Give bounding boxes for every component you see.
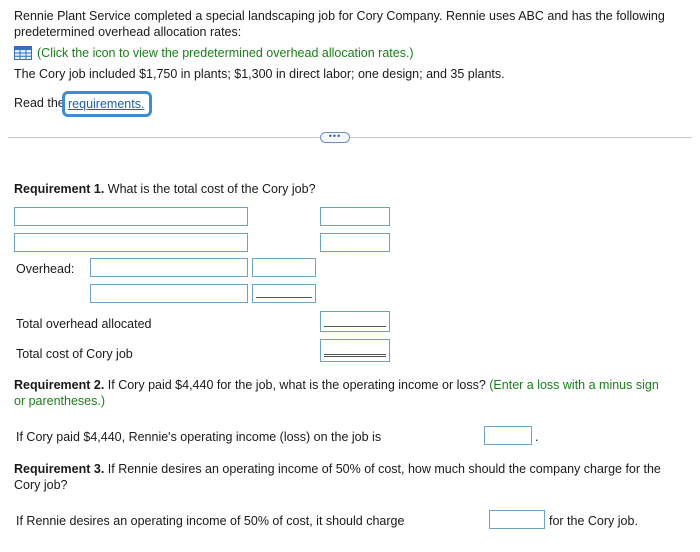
total-cost-double-underline [324,354,386,357]
req3-suffix: for the Cory job. [549,514,638,528]
overhead-activity-input-2[interactable] [90,284,248,303]
intro-line-3: The Cory job included $1,750 in plants; … [14,67,505,81]
req3-title-bold: Requirement 3. [14,462,105,476]
req1-row1-amount-input[interactable] [320,207,390,226]
req2-title-bold: Requirement 2. [14,378,105,392]
req3-title-line-2: Cory job? [14,478,68,492]
req3-title-rest: If Rennie desires an operating income of… [104,462,661,476]
intro-line-1: Rennie Plant Service completed a special… [14,9,665,23]
overhead-amount-input-1[interactable] [252,258,316,277]
requirements-link[interactable]: requirements. [62,91,152,117]
req1-row1-label-input[interactable] [14,207,248,226]
overhead-rates-link[interactable]: (Click the icon to view the predetermine… [37,45,414,62]
req2-hint-line-2: or parentheses.) [14,394,106,408]
overhead-label: Overhead: [16,262,75,276]
req1-row2-label-input[interactable] [14,233,248,252]
operating-income-input[interactable] [484,426,532,445]
total-cost-label: Total cost of Cory job [16,347,133,361]
total-overhead-label: Total overhead allocated [16,317,152,331]
overhead-subtotal-underline [256,297,312,298]
total-overhead-underline [324,326,386,327]
req3-question: If Rennie desires an operating income of… [16,514,405,528]
req1-title-bold: Requirement 1. [14,182,105,196]
req2-title: Requirement 2. If Cory paid $4,440 for t… [14,377,694,394]
section-divider [8,137,692,138]
req1-title: Requirement 1. What is the total cost of… [14,181,316,198]
read-prefix: Read the [14,96,65,110]
req2-hint-line-1: (Enter a loss with a minus sign [489,378,659,392]
total-cost-input[interactable] [320,339,390,362]
total-overhead-input[interactable] [320,311,390,332]
overhead-activity-input-1[interactable] [90,258,248,277]
req3-title: Requirement 3. If Rennie desires an oper… [14,461,694,478]
req2-title-rest: If Cory paid $4,440 for the job, what is… [104,378,486,392]
requirements-link-text: requirements. [65,94,149,114]
expand-button[interactable]: ••• [320,132,350,143]
req2-suffix: . [535,430,539,444]
table-icon[interactable] [14,46,32,60]
req1-title-rest: What is the total cost of the Cory job? [104,182,316,196]
req1-row2-amount-input[interactable] [320,233,390,252]
charge-input[interactable] [489,510,545,529]
intro-line-2: predetermined overhead allocation rates: [14,25,242,39]
overhead-amount-input-2[interactable] [252,284,316,303]
req2-question: If Cory paid $4,440, Rennie's operating … [16,430,382,444]
